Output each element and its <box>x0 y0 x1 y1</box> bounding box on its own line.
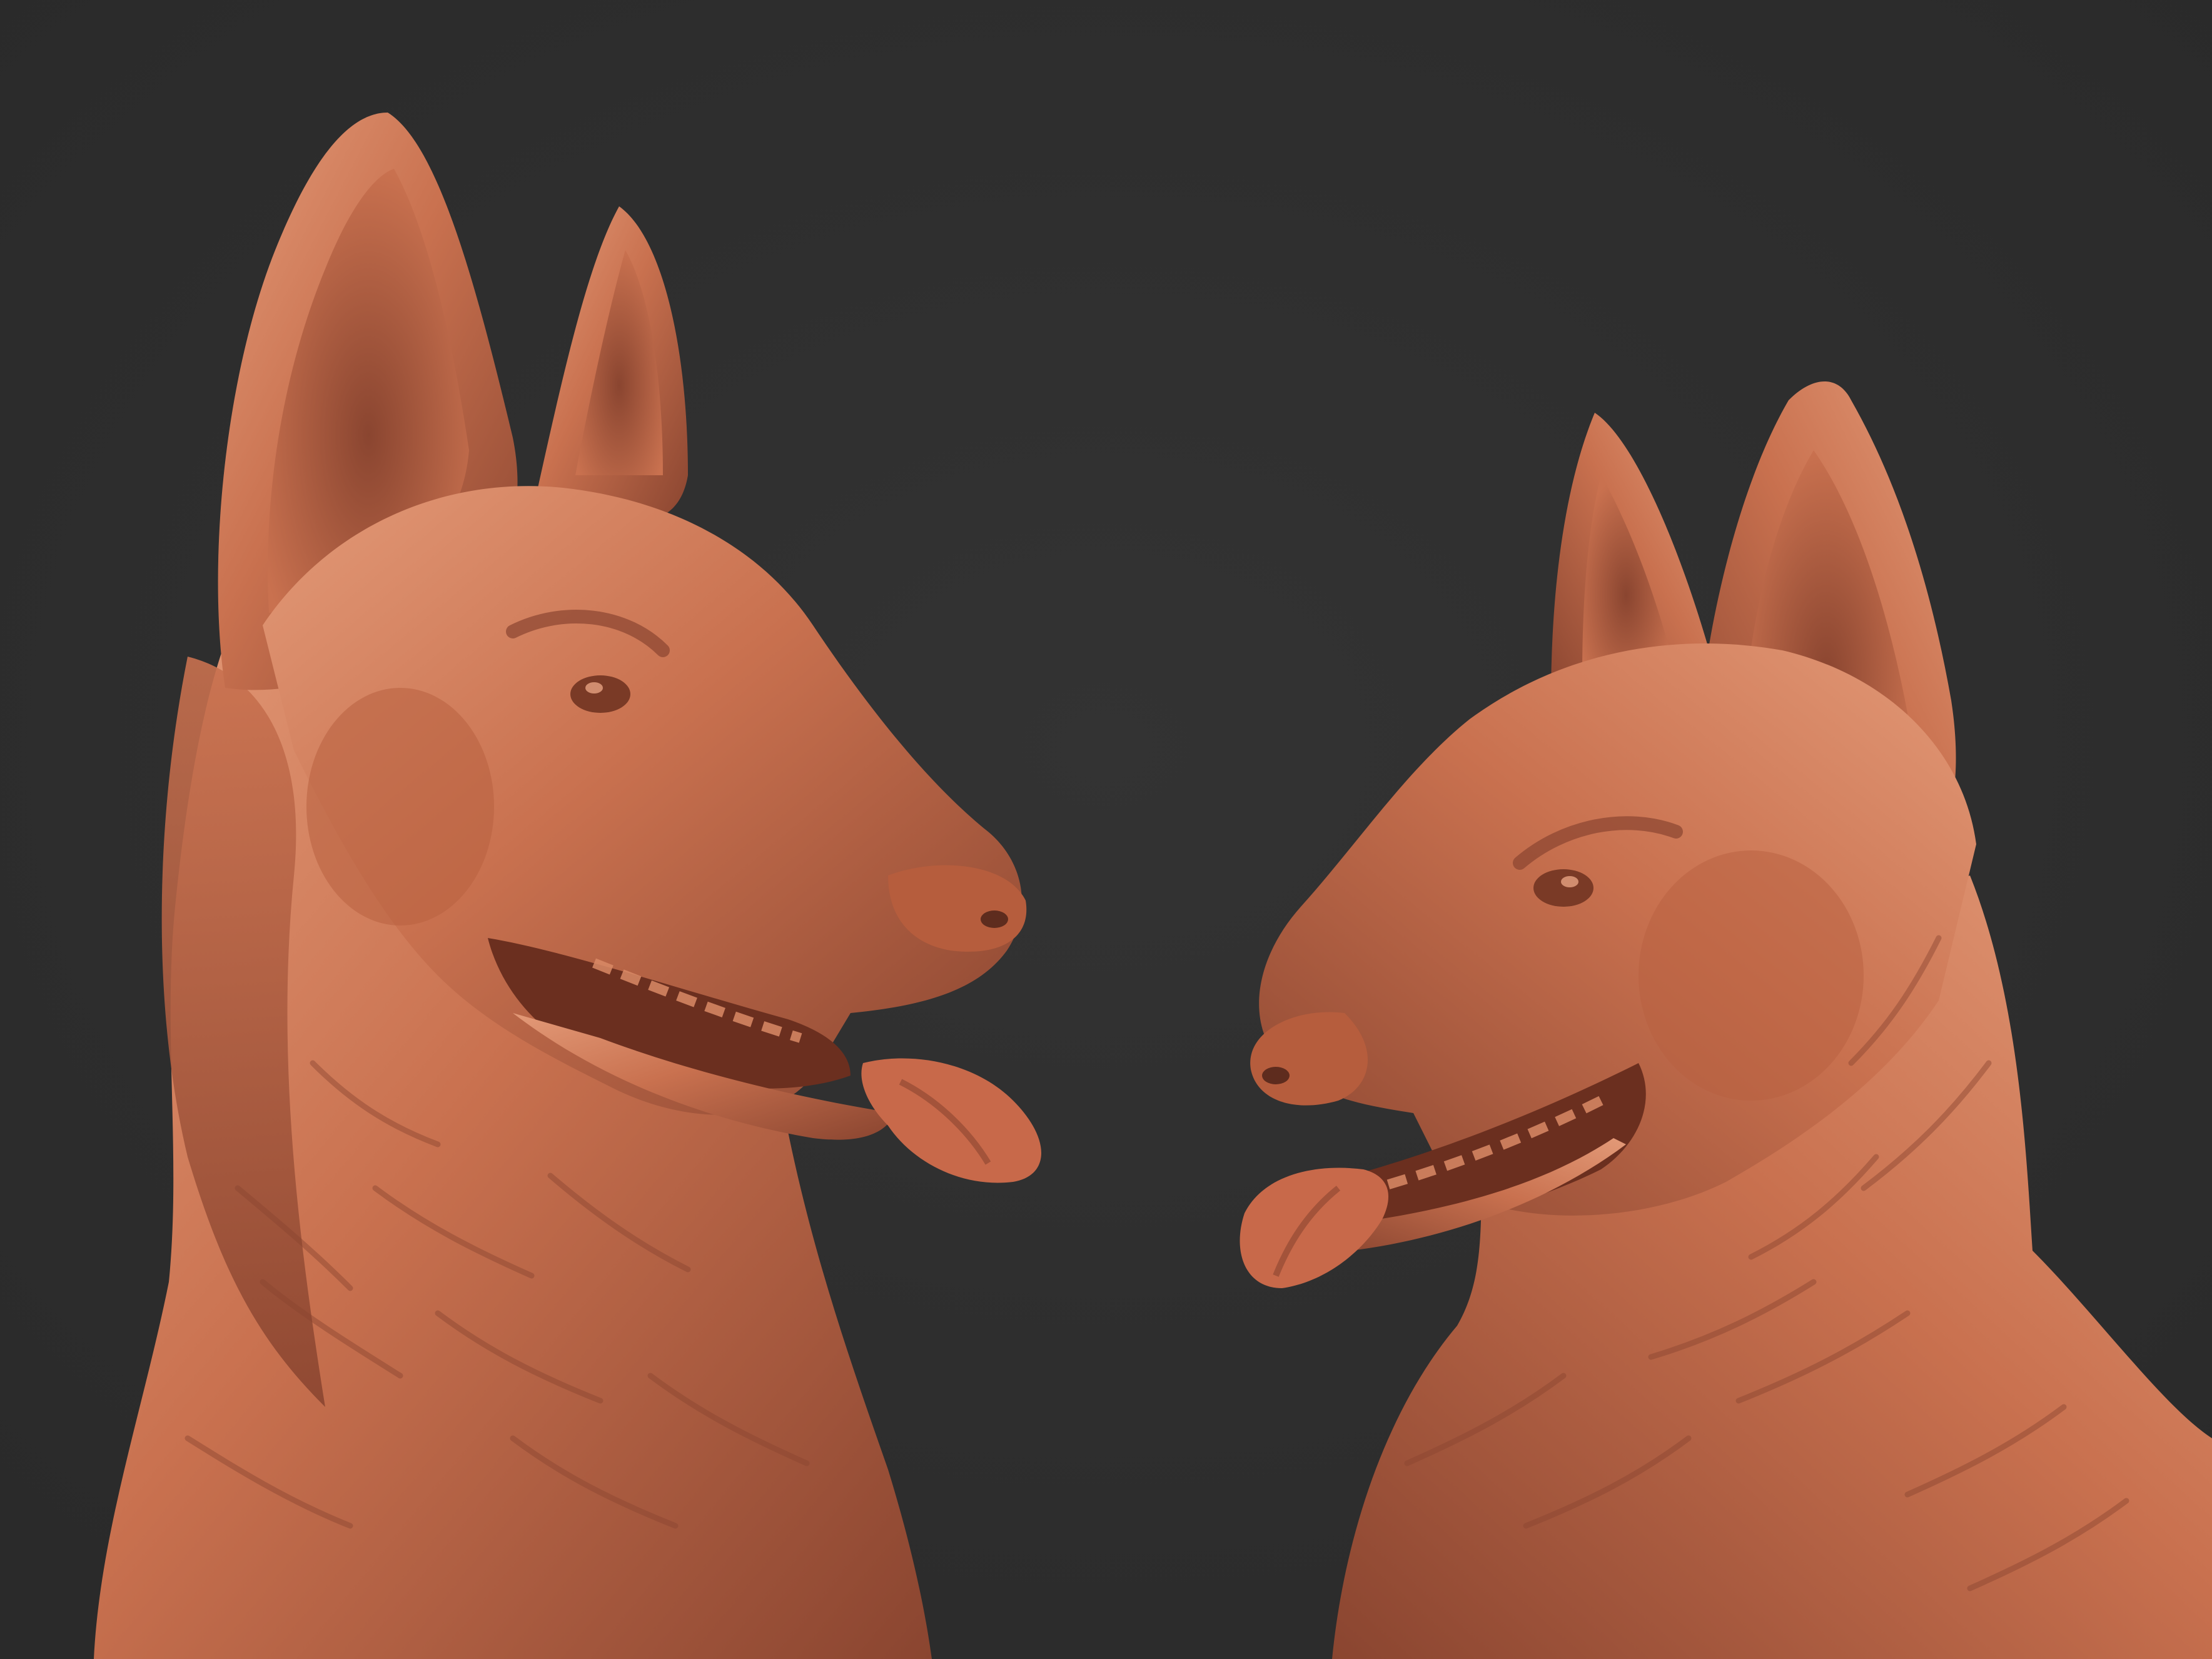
right-dog-nostril <box>1262 1067 1290 1084</box>
right-dog-cheek <box>1639 850 1864 1101</box>
left-dog-nostril <box>981 910 1008 928</box>
left-dog-eye-highlight <box>585 682 603 693</box>
render-viewport <box>0 0 2212 1659</box>
left-dog-cheek <box>306 688 494 925</box>
right-dog-eye-highlight <box>1561 876 1578 887</box>
right-dog-eye <box>1533 869 1593 907</box>
sculpt-render <box>0 0 2212 1659</box>
left-dog-eye <box>570 675 630 713</box>
